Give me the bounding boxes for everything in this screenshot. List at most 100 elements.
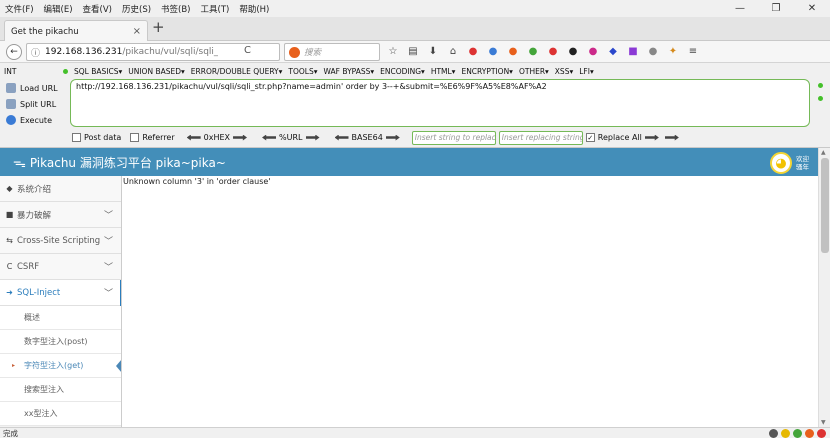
extension-status-icon[interactable] bbox=[781, 429, 790, 438]
right-arrow-icon[interactable] bbox=[385, 134, 400, 141]
hackbar-menu-xss[interactable]: XSS▾ bbox=[552, 67, 576, 76]
user-menu[interactable]: ◕ 欢迎 骚年 bbox=[770, 152, 810, 174]
hackbar-url-textarea[interactable]: http://192.168.136.231/pikachu/vul/sqli/… bbox=[70, 79, 810, 127]
site-title[interactable]: Pikachu 漏洞练习平台 pika~pika~ bbox=[30, 154, 226, 171]
extension-icon[interactable]: ◆ bbox=[606, 44, 620, 58]
hackbar-menu-error-double[interactable]: ERROR/DOUBLE QUERY▾ bbox=[188, 67, 286, 76]
extension-status-icon[interactable] bbox=[793, 429, 802, 438]
extension-icon[interactable]: ✦ bbox=[666, 44, 680, 58]
status-dot-icon bbox=[63, 69, 68, 74]
sidebar-item-label: Cross-Site Scripting bbox=[17, 235, 101, 246]
load-url-button[interactable]: Load URL bbox=[6, 80, 64, 96]
toolbar-icons: ☆ ▤ ⬇ ⌂ ● ● ● ● ● ● ● ◆ ■ ● ✦ ≡ bbox=[386, 44, 700, 58]
search-placeholder: 搜索 bbox=[304, 48, 322, 58]
referrer-checkbox[interactable]: Referrer bbox=[130, 133, 175, 142]
minimize-button[interactable]: — bbox=[722, 0, 758, 17]
hackbar-menu-encryption[interactable]: ENCRYPTION▾ bbox=[458, 67, 516, 76]
scroll-up-icon[interactable]: ▲ bbox=[821, 149, 826, 156]
right-arrow-icon[interactable] bbox=[305, 134, 320, 141]
left-arrow-icon[interactable] bbox=[334, 134, 349, 141]
download-icon[interactable]: ⬇ bbox=[426, 44, 440, 58]
sidebar-subitem-string-get[interactable]: ▸ 字符型注入(get) bbox=[0, 354, 121, 378]
extension-status-icon[interactable] bbox=[817, 429, 826, 438]
menu-edit[interactable]: 编辑(E) bbox=[39, 3, 78, 15]
extension-icon[interactable]: ■ bbox=[626, 44, 640, 58]
sidebar-item-sql-inject[interactable]: ➜ SQL-Inject ﹀ bbox=[0, 280, 121, 306]
hex-encoder[interactable]: 0xHEX bbox=[184, 133, 250, 142]
reading-list-icon[interactable]: ▤ bbox=[406, 44, 420, 58]
replace-string-input[interactable]: Insert string to replace bbox=[411, 130, 496, 145]
right-arrow-icon[interactable] bbox=[664, 134, 679, 141]
hackbar-menu-encoding[interactable]: ENCODING▾ bbox=[377, 67, 428, 76]
new-tab-icon[interactable]: + bbox=[152, 18, 165, 36]
menu-hamburger-icon[interactable]: ≡ bbox=[686, 44, 700, 58]
hackbar-menu-other[interactable]: OTHER▾ bbox=[516, 67, 552, 76]
extension-icon[interactable]: ● bbox=[486, 44, 500, 58]
bookmark-star-icon[interactable]: ☆ bbox=[386, 44, 400, 58]
window-controls: — ❐ ✕ bbox=[722, 0, 830, 17]
scrollbar-thumb[interactable] bbox=[821, 158, 829, 253]
info-icon[interactable]: ⓘ bbox=[31, 46, 40, 59]
base64-encoder[interactable]: BASE64 bbox=[332, 133, 403, 142]
post-data-checkbox[interactable]: Post data bbox=[72, 133, 121, 142]
sidebar-subitem-xx[interactable]: xx型注入 bbox=[0, 402, 121, 426]
extension-icon[interactable]: ● bbox=[646, 44, 660, 58]
sidebar-item-brute-force[interactable]: ■ 暴力破解 ﹀ bbox=[0, 202, 121, 228]
search-box[interactable]: 搜索 bbox=[284, 43, 380, 61]
sidebar-item-label: 系统介绍 bbox=[17, 184, 52, 195]
extension-status-icon[interactable] bbox=[805, 429, 814, 438]
sidebar-subitem-overview[interactable]: 概述 bbox=[0, 306, 121, 330]
c-icon: C bbox=[6, 262, 13, 271]
menu-tools[interactable]: 工具(T) bbox=[196, 3, 235, 15]
hackbar-menu-sql-basics[interactable]: SQL BASICS▾ bbox=[71, 67, 125, 76]
menu-history[interactable]: 历史(S) bbox=[117, 3, 156, 15]
extension-icon[interactable]: ● bbox=[466, 44, 480, 58]
split-url-button[interactable]: Split URL bbox=[6, 96, 64, 112]
sidebar-subitem-numeric-post[interactable]: 数字型注入(post) bbox=[0, 330, 121, 354]
close-window-button[interactable]: ✕ bbox=[794, 0, 830, 17]
back-icon[interactable]: ← bbox=[6, 44, 22, 60]
extension-icon[interactable]: ● bbox=[506, 44, 520, 58]
home-icon[interactable]: ⌂ bbox=[446, 44, 460, 58]
restore-button[interactable]: ❐ bbox=[758, 0, 794, 17]
right-arrow-icon[interactable] bbox=[644, 134, 659, 141]
sidebar-subitem-search[interactable]: 搜索型注入 bbox=[0, 378, 121, 402]
left-arrow-icon[interactable] bbox=[262, 134, 277, 141]
right-arrow-icon[interactable] bbox=[233, 134, 248, 141]
menu-view[interactable]: 查看(V) bbox=[78, 3, 117, 15]
replace-all-label: Replace All bbox=[597, 133, 642, 142]
url-host: 192.168.136.231 bbox=[45, 47, 123, 57]
close-tab-icon[interactable]: × bbox=[133, 26, 141, 37]
menu-help[interactable]: 帮助(H) bbox=[234, 3, 274, 15]
url-encoder[interactable]: %URL bbox=[259, 133, 322, 142]
sidebar-item-xss[interactable]: ⇆ Cross-Site Scripting ﹀ bbox=[0, 228, 121, 254]
extension-icon[interactable]: ● bbox=[586, 44, 600, 58]
replace-all-checkbox[interactable]: ✓ Replace All bbox=[585, 133, 682, 142]
hackbar-type-select[interactable]: INT bbox=[0, 67, 60, 76]
sidebar-item-intro[interactable]: ◆ 系统介绍 bbox=[0, 176, 121, 202]
reload-icon[interactable]: C bbox=[244, 45, 251, 56]
vertical-scrollbar[interactable]: ▲ ▼ bbox=[818, 148, 830, 427]
extension-icon[interactable]: ● bbox=[546, 44, 560, 58]
download-status-icon[interactable] bbox=[769, 429, 778, 438]
extension-icon[interactable]: ● bbox=[566, 44, 580, 58]
hackbar-menu-html[interactable]: HTML▾ bbox=[428, 67, 459, 76]
execute-button[interactable]: Execute bbox=[6, 112, 64, 128]
key-icon: ᯓ bbox=[13, 156, 26, 171]
sidebar-item-csrf[interactable]: C CSRF ﹀ bbox=[0, 254, 121, 280]
hackbar-panel: INT SQL BASICS▾ UNION BASED▾ ERROR/DOUBL… bbox=[0, 63, 830, 148]
sidebar-item-label: SQL-Inject bbox=[17, 287, 61, 298]
menu-bar: 文件(F) 编辑(E) 查看(V) 历史(S) 书签(B) 工具(T) 帮助(H… bbox=[0, 0, 830, 17]
browser-tab[interactable]: Get the pikachu × bbox=[4, 20, 148, 42]
hackbar-menu-waf-bypass[interactable]: WAF BYPASS▾ bbox=[321, 67, 378, 76]
hackbar-menu-tools[interactable]: TOOLS▾ bbox=[285, 67, 320, 76]
replacing-string-input[interactable]: Insert replacing string bbox=[498, 130, 583, 145]
menu-file[interactable]: 文件(F) bbox=[0, 3, 39, 15]
menu-bookmarks[interactable]: 书签(B) bbox=[156, 3, 195, 15]
hackbar-menu-lfi[interactable]: LFI▾ bbox=[576, 67, 596, 76]
extension-icon[interactable]: ● bbox=[526, 44, 540, 58]
scroll-down-icon[interactable]: ▼ bbox=[821, 419, 826, 426]
left-arrow-icon[interactable] bbox=[186, 134, 201, 141]
address-bar[interactable]: ⓘ 192.168.136.231 /pikachu/vul/sqli/sqli… bbox=[26, 43, 280, 61]
hackbar-menu-union-based[interactable]: UNION BASED▾ bbox=[125, 67, 188, 76]
